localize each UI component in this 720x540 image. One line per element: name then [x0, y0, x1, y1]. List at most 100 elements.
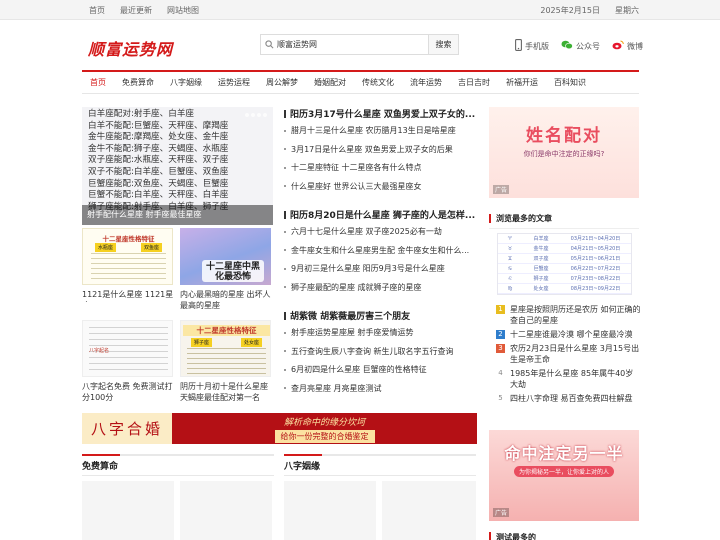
nav-item-bazi-marriage[interactable]: 八字姻缘: [162, 72, 210, 94]
thumb-card[interactable]: 十二星座性格特征 水瓶座 双鱼座 1121是什么星座 1121星座: [82, 228, 177, 302]
article-group-title[interactable]: 胡紫微 胡紫薇最厉害三个朋友: [284, 309, 478, 322]
article-link[interactable]: 射手座运势星座屋 射手座爱情运势: [284, 324, 478, 343]
zodiac-icon: ♊: [507, 256, 513, 262]
top-links: 首页 最近更新 网站地图: [89, 5, 199, 16]
ad-subtitle: 为你揭秘另一半，让你爱上对的人: [514, 466, 614, 477]
ad-badge: 广告: [493, 508, 510, 517]
section-title[interactable]: 八字姻缘: [284, 462, 320, 472]
thumb-image-title: 十二星座性格特征: [183, 325, 270, 336]
section-thumb[interactable]: [382, 481, 476, 540]
article-link[interactable]: 狮子座最配的星座 成就狮子座的星座: [284, 279, 478, 298]
nav-item-yearly[interactable]: 流年运势: [402, 72, 450, 94]
ad-subtitle: 你们是命中注定的正缘吗?: [523, 150, 605, 158]
thumb-image[interactable]: 十二星座性格特征 水瓶座 双鱼座: [82, 228, 173, 285]
site-logo[interactable]: 顺富运势网: [88, 36, 173, 60]
top-link-sitemap[interactable]: 网站地图: [167, 5, 199, 16]
slider-caption[interactable]: 射手配什么星座 射手座最佳星座: [82, 205, 273, 225]
bazi-marriage-banner[interactable]: 八字合婚 解析命中的缘分坎坷 给你一份完整的合婚鉴定: [82, 413, 477, 444]
top-link-home[interactable]: 首页: [89, 5, 105, 16]
nav-item-dream[interactable]: 周公解梦: [258, 72, 306, 94]
article-link[interactable]: 查月亮星座 月亮星座测试: [284, 380, 478, 399]
thumb-image[interactable]: 十二星座中黑化最恐怖: [180, 228, 271, 285]
thumb-caption[interactable]: 内心最黑暗的星座 出坏人最高的星座: [180, 289, 275, 311]
list-item-text[interactable]: 十二星座谁最冷漠 哪个星座最冷漠: [510, 329, 641, 340]
thumb-image[interactable]: 八字起名: [82, 320, 173, 377]
list-item-text[interactable]: 四柱八字命理 易百查免费四柱解盘: [510, 393, 641, 404]
article-link[interactable]: 腊月十三是什么星座 农历腊月13生日是啥星座: [284, 122, 478, 141]
nav-item-blessing[interactable]: 祈福开运: [498, 72, 546, 94]
top-link-recent[interactable]: 最近更新: [120, 5, 152, 16]
thumb-card[interactable]: 十二星座性格特征 狮子座 处女座 阴历十月初十是什么星座 天蝎座最佳配对第一名: [180, 320, 275, 404]
weibo-link-label: 微博: [627, 41, 643, 51]
table-row: ♉ 金牛座 04月21日~05月20日: [498, 244, 631, 254]
nav-item-home[interactable]: 首页: [82, 72, 114, 94]
destined-partner-ad[interactable]: 命中注定另一半 为你揭秘另一半，让你爱上对的人 广告: [489, 430, 639, 521]
header-links: 手机版 公众号 微博: [515, 39, 643, 53]
banner-line2: 给你一份完整的合婚鉴定: [274, 429, 375, 443]
nav-item-encyclopedia[interactable]: 百科知识: [546, 72, 594, 94]
list-item-text[interactable]: 星座是按照阴历还是农历 如何正确的查自己的星座: [510, 304, 641, 326]
thumb-image-title: 十二星座中黑化最恐怖: [205, 262, 260, 282]
mobile-link[interactable]: 手机版: [515, 39, 549, 53]
list-item[interactable]: 1 星座是按照阴历还是农历 如何正确的查自己的星座: [496, 304, 641, 326]
article-link[interactable]: 6月初四是什么星座 巨蟹座的性格特征: [284, 361, 478, 380]
slider-dots[interactable]: [245, 113, 267, 117]
nav-item-fortune[interactable]: 运势运程: [210, 72, 258, 94]
name-match-ad[interactable]: 姓名配对 你们是命中注定的正缘吗? 广告: [489, 107, 639, 198]
ad-title: 姓名配对: [526, 126, 602, 146]
thumb-card[interactable]: 八字起名 八字起名免费 免费测试打分100分: [82, 320, 177, 404]
section-thumb[interactable]: [82, 481, 174, 540]
thumb-col-label: 双鱼座: [140, 243, 162, 252]
search-button[interactable]: 搜索: [428, 35, 458, 54]
slider-line: 巨蟹座能配:双鱼座、天蝎座、巨蟹座: [88, 178, 229, 189]
list-item[interactable]: 4 1985年是什么星座 85年属牛40岁大劫: [496, 368, 641, 390]
article-group: 胡紫微 胡紫薇最厉害三个朋友 射手座运势星座屋 射手座爱情运势 五行查询生辰八字…: [284, 309, 478, 398]
rank-badge: 3: [496, 344, 505, 353]
nav-item-culture[interactable]: 传统文化: [354, 72, 402, 94]
rank-badge: 4: [498, 369, 503, 377]
zodiac-icon: ♋: [507, 266, 513, 272]
article-link[interactable]: 9月初三是什么星座 阳历9月3号是什么星座: [284, 260, 478, 279]
table-row: ♍ 处女座 08月23日~09月22日: [498, 284, 631, 294]
section-thumb[interactable]: [284, 481, 376, 540]
wechat-link-label: 公众号: [576, 41, 600, 51]
thumb-card[interactable]: 十二星座中黑化最恐怖 内心最黑暗的星座 出坏人最高的星座: [180, 228, 275, 313]
article-link[interactable]: 金牛座女生和什么星座男生配 金牛座女生和什么...: [284, 242, 478, 261]
list-item[interactable]: 2 十二星座谁最冷漠 哪个星座最冷漠: [496, 329, 641, 340]
nav-item-free-fortune[interactable]: 免费算命: [114, 72, 162, 94]
wechat-link[interactable]: 公众号: [561, 40, 600, 52]
thumb-image[interactable]: 十二星座性格特征 狮子座 处女座: [180, 320, 271, 377]
list-item[interactable]: 3 农历2月23日是什么星座 3月15号出生是帝王命: [496, 343, 641, 365]
article-group-title[interactable]: 阳历8月20日是什么星座 狮子座的人是怎样...: [284, 208, 478, 221]
rank-badge: 1: [496, 305, 505, 314]
article-link[interactable]: 什么星座好 世界公认三大最强星座女: [284, 178, 478, 197]
article-link[interactable]: 五行查询生辰八字查询 新生儿取名字五行查询: [284, 343, 478, 362]
section-title[interactable]: 免费算命: [82, 462, 118, 472]
featured-slider[interactable]: 白羊座配对:射手座、白羊座 白羊不能配:巨蟹座、天秤座、摩羯座 金牛座能配:摩羯…: [82, 107, 273, 225]
section-thumb[interactable]: [180, 481, 272, 540]
nav-item-match[interactable]: 婚姻配对: [306, 72, 354, 94]
thumb-image-title: 十二星座性格特征: [102, 235, 155, 243]
article-group: 阳历3月17号什么星座 双鱼男爱上双子女的... 腊月十三是什么星座 农历腊月1…: [284, 107, 478, 196]
list-item[interactable]: 5 四柱八字命理 易百查免费四柱解盘: [496, 393, 641, 404]
search-icon: [261, 35, 277, 54]
search-input[interactable]: [277, 35, 428, 54]
most-read-list: 1 星座是按照阴历还是农历 如何正确的查自己的星座 2 十二星座谁最冷漠 哪个星座最…: [496, 304, 641, 407]
article-link[interactable]: 十二星座特征 十二星座各有什么特点: [284, 159, 478, 178]
list-item-text[interactable]: 1985年是什么星座 85年属牛40岁大劫: [510, 368, 641, 390]
nav-item-auspicious-day[interactable]: 吉日吉时: [450, 72, 498, 94]
list-item-text[interactable]: 农历2月23日是什么星座 3月15号出生是帝王命: [510, 343, 641, 365]
rank-badge: 2: [496, 330, 505, 339]
table-row: ♈ 白羊座 03月21日~04月20日: [498, 234, 631, 244]
thumb-caption[interactable]: 1121是什么星座 1121星座: [82, 289, 177, 302]
zodiac-date-table[interactable]: ♈ 白羊座 03月21日~04月20日 ♉ 金牛座 04月21日~05月20日 ♊ 双子座…: [497, 233, 632, 295]
article-link[interactable]: 3月17日是什么星座 双鱼男爱上双子女的后果: [284, 141, 478, 160]
weekday-text: 星期六: [615, 6, 639, 15]
ad-title: 命中注定另一半: [504, 444, 624, 463]
weibo-link[interactable]: 微博: [612, 40, 643, 52]
article-group-title[interactable]: 阳历3月17号什么星座 双鱼男爱上双子女的...: [284, 107, 478, 120]
thumb-caption[interactable]: 阴历十月初十是什么星座 天蝎座最佳配对第一名: [180, 381, 275, 403]
slider-line: 金牛不能配:狮子座、天蝎座、水瓶座: [88, 143, 229, 154]
thumb-caption[interactable]: 八字起名免费 免费测试打分100分: [82, 381, 177, 403]
article-link[interactable]: 六月十七是什么星座 双子座2025必有一劫: [284, 223, 478, 242]
